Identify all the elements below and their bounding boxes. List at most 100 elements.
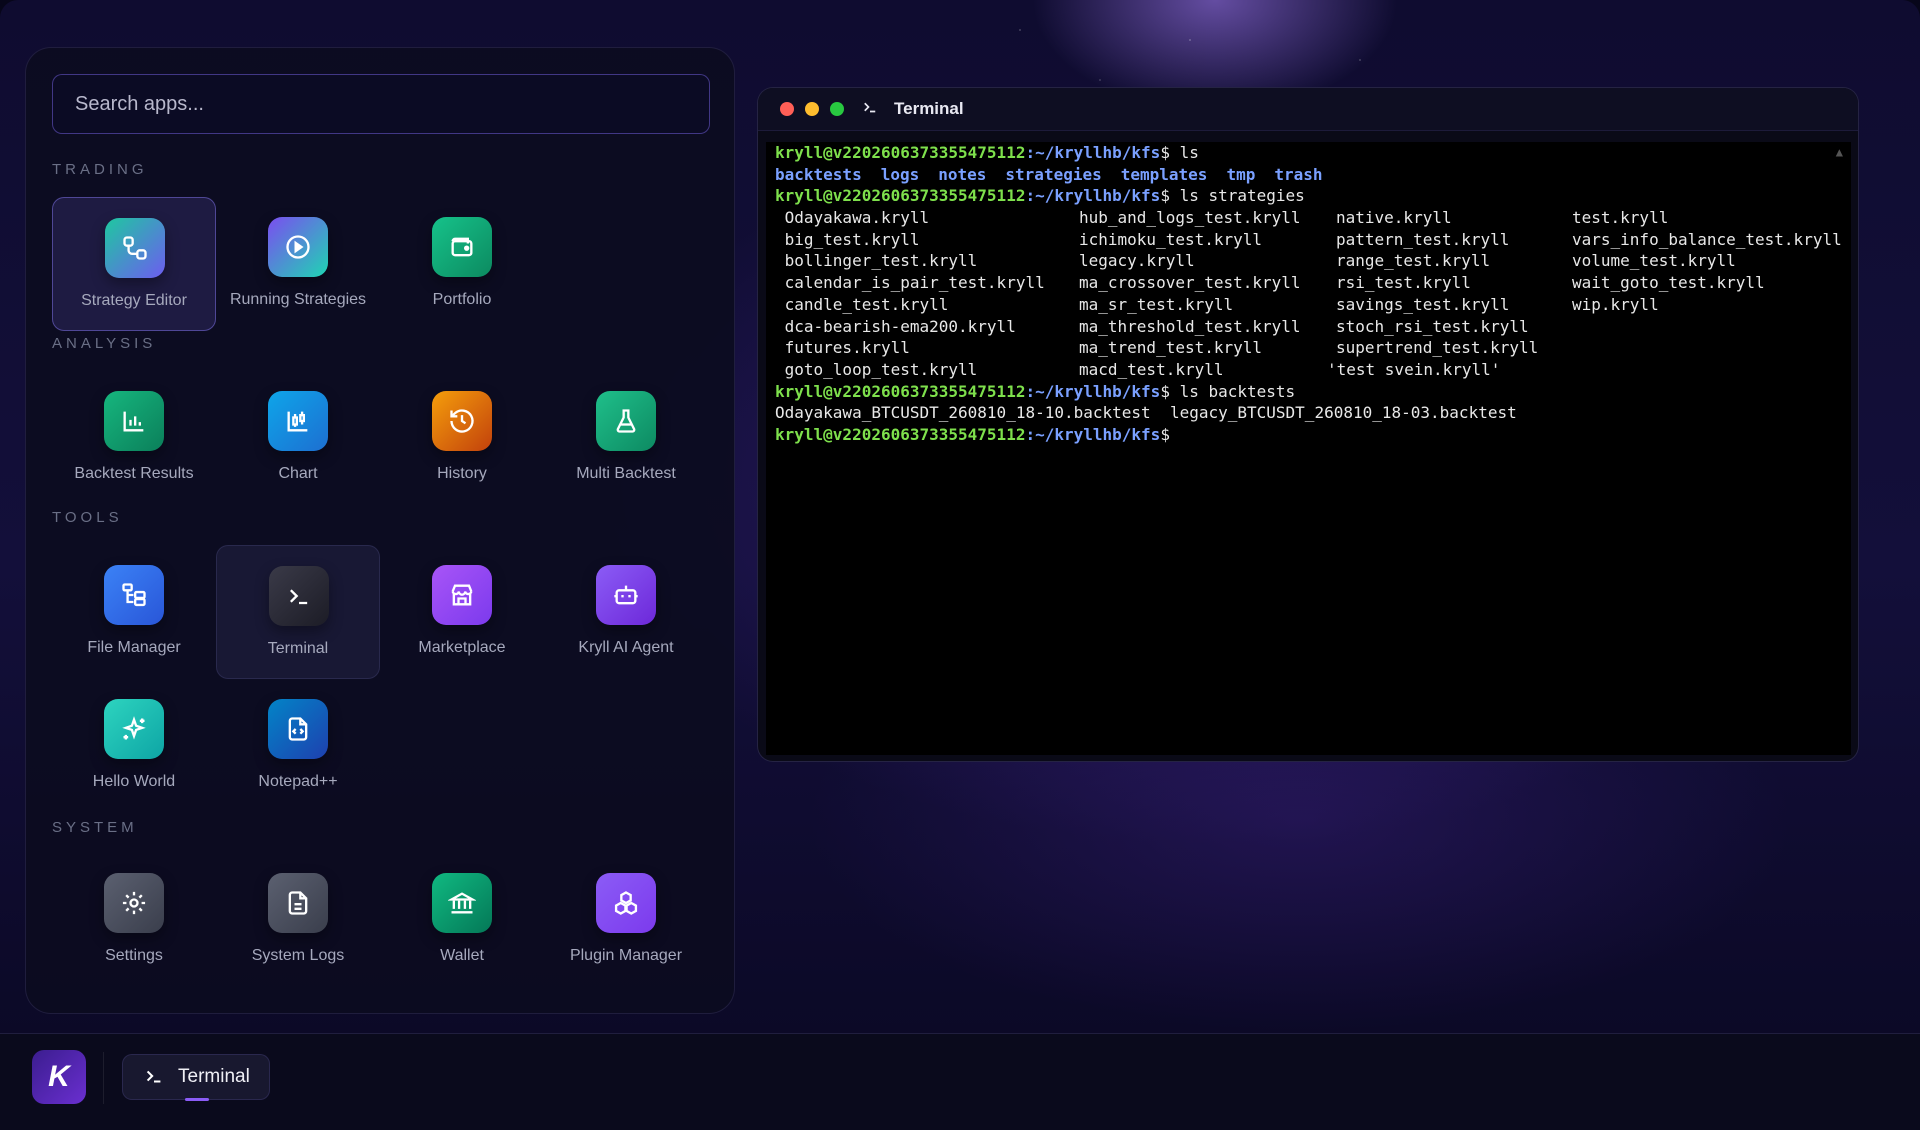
strategy-editor-icon — [105, 218, 165, 278]
sparkles-icon — [104, 699, 164, 759]
terminal-icon — [269, 566, 329, 626]
backtests-listing: Odayakawa_BTCUSDT_260810_18-10.backtest … — [775, 403, 1517, 423]
dir-entry: trash — [1274, 164, 1323, 184]
terminal-titlebar[interactable]: Terminal — [758, 88, 1858, 131]
close-button[interactable] — [780, 102, 794, 116]
file-entry: range_test.kryll — [1336, 251, 1491, 271]
strategies-listing: Odayakawa.kryll big_test.kryll bollinger… — [775, 207, 1851, 381]
file-entry: dca-bearish-ema200.kryll — [775, 316, 1016, 336]
listing-column: hub_and_logs_test.kryll ichimoku_test.kr… — [1079, 207, 1301, 381]
app-label: File Manager — [87, 639, 181, 656]
listing-column: test.kryll vars_info_balance_test.kryll … — [1572, 207, 1842, 315]
dir-entry: backtests — [775, 164, 862, 184]
dir-entry: logs — [880, 164, 920, 184]
app-notepad[interactable]: Notepad++ — [216, 679, 380, 813]
file-entry: 'test svein.kryll' — [1327, 359, 1501, 379]
app-backtest-results[interactable]: Backtest Results — [52, 371, 216, 505]
file-entry: wip.kryll — [1572, 294, 1659, 314]
search-apps-input[interactable] — [52, 74, 710, 134]
file-entry: pattern_test.kryll — [1336, 229, 1510, 249]
app-portfolio[interactable]: Portfolio — [380, 197, 544, 331]
app-label: Chart — [278, 465, 318, 482]
file-entry: candle_test.kryll — [775, 294, 949, 314]
history-icon — [432, 391, 492, 451]
maximize-button[interactable] — [830, 102, 844, 116]
file-entry: goto_loop_test.kryll — [775, 359, 978, 379]
app-running-strategies[interactable]: Running Strategies — [216, 197, 380, 331]
code-file-icon — [268, 699, 328, 759]
file-entry: supertrend_test.kryll — [1336, 338, 1539, 358]
terminal-window: Terminal ▲ kryll@v2202606373355475112:~/… — [757, 87, 1859, 762]
app-wallet[interactable]: Wallet — [380, 853, 544, 987]
section-label-trading: TRADING — [52, 161, 148, 178]
listing-column: native.kryll pattern_test.kryll range_te… — [1327, 207, 1539, 381]
app-hello-world[interactable]: Hello World — [52, 679, 216, 813]
app-label: History — [437, 465, 487, 482]
flask-icon — [596, 391, 656, 451]
taskbar-item-terminal[interactable]: Terminal — [122, 1054, 270, 1101]
kryll-logo-button[interactable]: K — [32, 1050, 86, 1104]
window-title: Terminal — [894, 99, 964, 118]
app-label: Terminal — [267, 640, 329, 657]
bank-icon — [432, 873, 492, 933]
minimize-button[interactable] — [805, 102, 819, 116]
dir-entry: tmp — [1226, 164, 1256, 184]
section-label-tools: TOOLS — [52, 509, 123, 526]
file-entry: macd_test.kryll — [1079, 359, 1224, 379]
cubes-icon — [596, 873, 656, 933]
app-marketplace[interactable]: Marketplace — [380, 545, 544, 679]
file-entry: legacy.kryll — [1079, 251, 1195, 271]
file-entry: big_test.kryll — [775, 229, 920, 249]
taskbar-divider — [103, 1052, 104, 1104]
app-label: Kryll AI Agent — [578, 639, 674, 656]
terminal-title-icon — [861, 98, 879, 121]
app-file-manager[interactable]: File Manager — [52, 545, 216, 679]
play-circle-icon — [268, 217, 328, 277]
taskbar: K Terminal — [0, 1033, 1920, 1130]
app-label: Multi Backtest — [576, 465, 676, 482]
file-entry: vars_info_balance_test.kryll — [1572, 229, 1842, 249]
file-entry: rsi_test.kryll — [1336, 273, 1471, 293]
file-entry: hub_and_logs_test.kryll — [1079, 208, 1301, 228]
wallet-icon — [432, 217, 492, 277]
scroll-up-icon[interactable]: ▲ — [1836, 142, 1843, 164]
app-strategy-editor[interactable]: Strategy Editor — [52, 197, 216, 331]
file-entry: ma_sr_test.kryll — [1079, 294, 1234, 314]
app-label: Portfolio — [432, 291, 492, 308]
terminal-line: kryll@v2202606373355475112:~/kryllhb/kfs… — [775, 143, 1199, 162]
robot-icon — [596, 565, 656, 625]
file-entry: futures.kryll — [775, 338, 910, 358]
file-entry: native.kryll — [1336, 208, 1452, 228]
app-label: Marketplace — [418, 639, 506, 656]
file-entry: ma_trend_test.kryll — [1079, 338, 1263, 358]
app-kryll-ai-agent[interactable]: Kryll AI Agent — [544, 545, 708, 679]
app-plugin-manager[interactable]: Plugin Manager — [544, 853, 708, 987]
app-settings[interactable]: Settings — [52, 853, 216, 987]
app-label: Backtest Results — [74, 465, 194, 482]
app-multi-backtest[interactable]: Multi Backtest — [544, 371, 708, 505]
app-label: Notepad++ — [258, 773, 338, 790]
app-label: Settings — [105, 947, 163, 964]
terminal-prompt-line[interactable]: kryll@v2202606373355475112:~/kryllhb/kfs… — [775, 424, 1851, 446]
dir-entry: strategies — [1005, 164, 1102, 184]
app-label: Hello World — [92, 773, 176, 790]
file-entry: savings_test.kryll — [1336, 294, 1510, 314]
store-icon — [432, 565, 492, 625]
gear-icon — [104, 873, 164, 933]
app-label: Strategy Editor — [81, 292, 187, 309]
app-system-logs[interactable]: System Logs — [216, 853, 380, 987]
dir-entry: templates — [1120, 164, 1208, 184]
section-label-system: SYSTEM — [52, 819, 138, 836]
app-chart[interactable]: Chart — [216, 371, 380, 505]
app-launcher-panel: TRADING Strategy Editor Running Strategi… — [25, 47, 735, 1014]
folder-tree-icon — [104, 565, 164, 625]
document-icon — [268, 873, 328, 933]
terminal-output[interactable]: ▲ kryll@v2202606373355475112:~/kryllhb/k… — [766, 142, 1851, 755]
file-entry: calendar_is_pair_test.kryll — [775, 273, 1045, 293]
file-entry: volume_test.kryll — [1572, 251, 1736, 271]
app-label: Plugin Manager — [569, 947, 683, 964]
app-history[interactable]: History — [380, 371, 544, 505]
app-terminal[interactable]: Terminal — [216, 545, 380, 679]
active-indicator — [185, 1098, 209, 1101]
app-label: System Logs — [251, 947, 345, 964]
